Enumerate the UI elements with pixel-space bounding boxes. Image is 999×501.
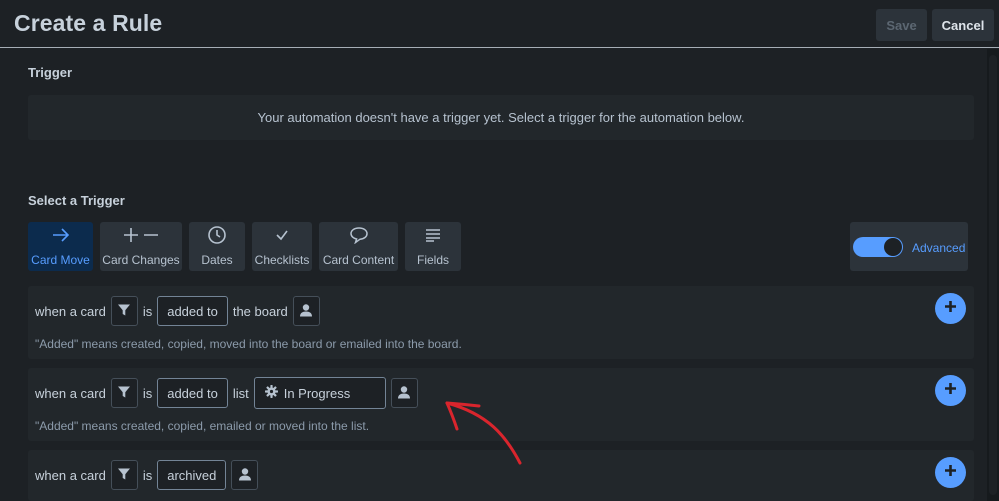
annotation-arrow bbox=[445, 401, 522, 465]
